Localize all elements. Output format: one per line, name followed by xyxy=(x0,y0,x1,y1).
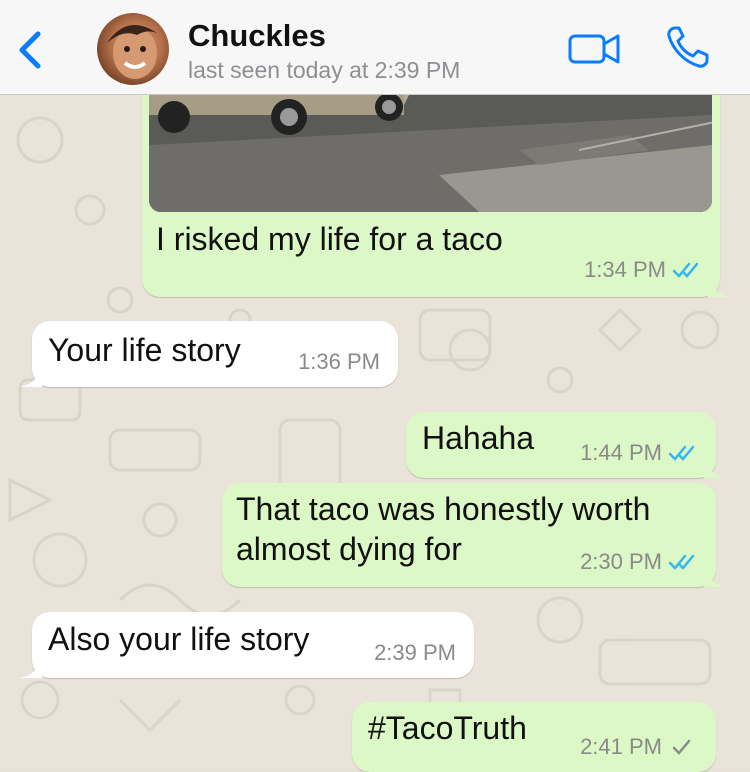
message-text: Hahaha xyxy=(422,420,535,456)
video-camera-icon[interactable] xyxy=(567,30,621,68)
message-text: I risked my life for a taco xyxy=(156,221,503,257)
last-seen-status: last seen today at 2:39 PM xyxy=(188,57,461,83)
chat-header: Chuckles last seen today at 2:39 PM xyxy=(0,0,750,95)
chevron-left-icon[interactable] xyxy=(12,28,48,72)
phone-icon[interactable] xyxy=(665,24,715,70)
message-meta: 2:39 PM xyxy=(374,640,456,666)
contact-name[interactable]: Chuckles xyxy=(188,18,326,54)
message-meta: 2:41 PM xyxy=(580,734,698,760)
outgoing-message[interactable]: That taco was honestly worth almost dyin… xyxy=(222,483,726,587)
double-check-icon xyxy=(668,554,695,570)
message-meta: 1:34 PM xyxy=(584,257,702,283)
message-text-line-1: That taco was honestly worth xyxy=(236,491,651,527)
double-check-icon xyxy=(672,262,699,278)
outgoing-message[interactable]: Hahaha 1:44 PM xyxy=(406,412,726,478)
message-meta: 1:36 PM xyxy=(298,349,380,375)
message-time: 2:41 PM xyxy=(580,734,662,759)
message-text-line-2: almost dying for xyxy=(236,531,462,567)
message-text: Your life story xyxy=(48,332,241,368)
message-time: 2:39 PM xyxy=(374,640,456,665)
message-time: 2:30 PM xyxy=(580,549,662,574)
incoming-message[interactable]: Also your life story 2:39 PM xyxy=(20,612,474,678)
incoming-message[interactable]: Your life story 1:36 PM xyxy=(20,321,398,387)
single-check-icon xyxy=(672,739,691,755)
message-time: 1:36 PM xyxy=(298,349,380,374)
message-list[interactable]: I risked my life for a taco 1:34 PM Your… xyxy=(0,55,750,772)
message-time: 1:34 PM xyxy=(584,257,666,282)
message-text: #TacoTruth xyxy=(368,710,527,746)
outgoing-message[interactable]: #TacoTruth 2:41 PM xyxy=(352,702,716,772)
message-time: 1:44 PM xyxy=(580,440,662,465)
double-check-icon xyxy=(668,445,695,461)
message-meta: 2:30 PM xyxy=(580,549,698,575)
avatar[interactable] xyxy=(97,13,169,85)
message-meta: 1:44 PM xyxy=(580,440,698,466)
message-text: Also your life story xyxy=(48,621,310,657)
outgoing-message[interactable]: I risked my life for a taco 1:34 PM xyxy=(142,55,730,297)
